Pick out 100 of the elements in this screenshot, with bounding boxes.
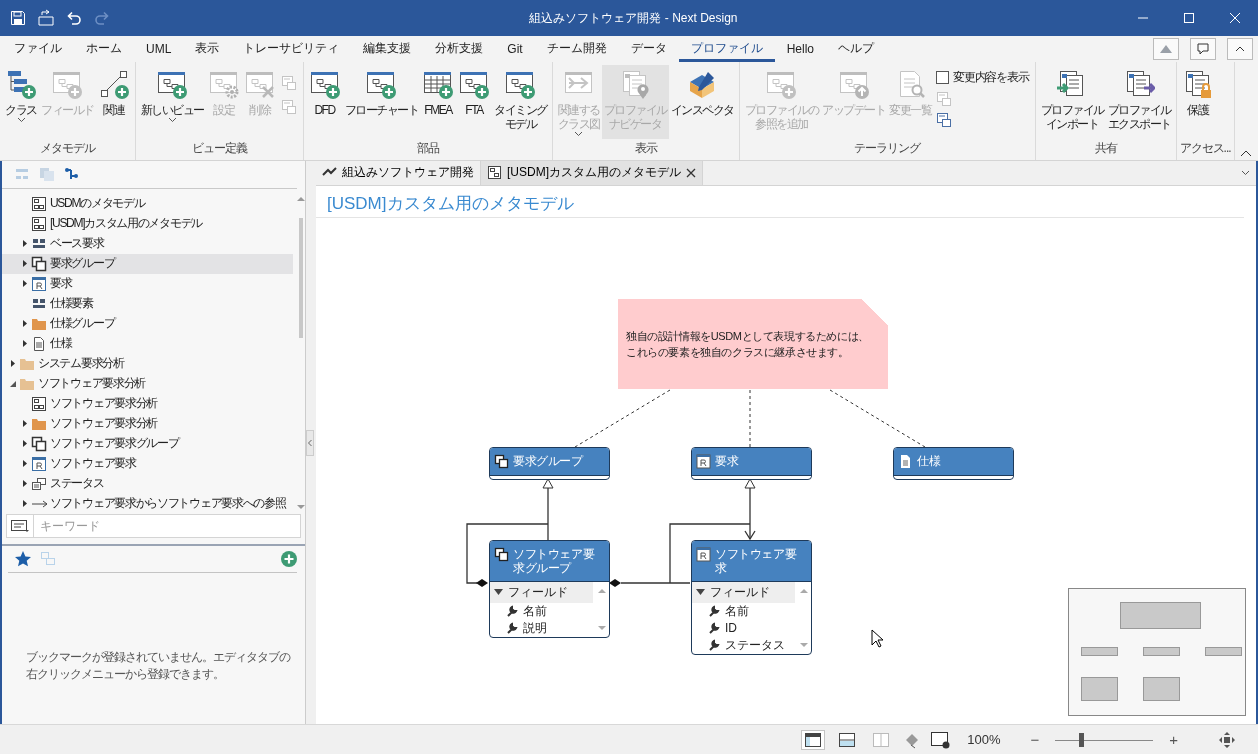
ribbon-button[interactable]: フローチャート: [342, 64, 420, 139]
scroll-up-icon[interactable]: [297, 195, 305, 201]
view-button[interactable]: [801, 729, 826, 750]
menu-tab[interactable]: Hello: [774, 36, 827, 62]
window-title: 組込みソフトウェア開発 - Next Design: [528, 9, 739, 27]
tree-item[interactable]: ソフトウェア要求分析: [2, 413, 293, 434]
text-filter-icon[interactable]: [10, 518, 30, 533]
menu-tab[interactable]: ホーム: [74, 36, 134, 62]
compartment-header[interactable]: フィールド: [490, 581, 593, 603]
menu-tab[interactable]: トレーサビリティ: [231, 36, 352, 62]
close-icon[interactable]: [686, 167, 696, 178]
empty-message: ブックマークが登録されていません。エディタタブの右クリックメニューから登録できます。: [26, 648, 291, 683]
overview-drawing[interactable]: [1068, 587, 1246, 716]
window-swap-icon: [936, 111, 952, 128]
search-field[interactable]: キーワード: [33, 513, 301, 538]
field-name: 名前: [523, 602, 547, 620]
toolbar-button[interactable]: [936, 111, 952, 128]
window-small-icon: [936, 90, 952, 107]
overlap-squares-icon: [31, 255, 47, 272]
tree-item[interactable]: 仕様要素: [2, 293, 293, 314]
menu-tab[interactable]: チーム開発: [534, 36, 619, 62]
ribbon-button[interactable]: FTA: [456, 64, 492, 139]
group-label: 表示: [633, 139, 658, 157]
menu-tab[interactable]: 表示: [183, 36, 232, 62]
menu-tab[interactable]: Git: [495, 36, 535, 62]
window-small-icon: [280, 74, 297, 91]
caret-up-icon[interactable]: [1240, 148, 1252, 157]
tree-item[interactable]: ソフトウェア要求グループ: [2, 433, 293, 454]
star-icon[interactable]: [14, 549, 32, 568]
scrollbar-thumb[interactable]: [299, 217, 303, 338]
group-label: メタモデル: [38, 139, 97, 157]
checkbox[interactable]: 変更内容を表示: [936, 68, 1029, 86]
class-header[interactable]: ソフトウェア要求: [692, 540, 811, 582]
ribbon-button[interactable]: 新しいビュー: [138, 64, 206, 139]
note[interactable]: 独自の設計情報をUSDMとして表現するためには、 これらの要素を独自のクラスに継承させます。: [618, 298, 888, 389]
ribbon-button[interactable]: DFD: [306, 64, 343, 139]
card-icon: [31, 275, 47, 292]
tree-item[interactable]: ソフトウェア要求分析: [2, 393, 293, 414]
collapse-arrow-icon[interactable]: [494, 588, 503, 596]
collapse-arrow-icon[interactable]: [8, 379, 17, 389]
collapse-arrow-icon[interactable]: [696, 588, 705, 596]
tree-item[interactable]: システム要求分析: [2, 353, 293, 374]
move-icon[interactable]: [1218, 730, 1236, 749]
tree-item[interactable]: ステータス: [2, 473, 293, 494]
ribbon-button[interactable]: 関連: [95, 64, 132, 139]
zoom-level: 100%: [967, 732, 1001, 748]
overlap-squares-icon: [494, 546, 509, 562]
ribbon-button[interactable]: クラス: [3, 64, 39, 139]
menu-tab[interactable]: ファイル: [2, 36, 74, 62]
menu-tab[interactable]: ヘルプ: [826, 36, 887, 62]
ribbon-button[interactable]: FMEA: [420, 64, 456, 139]
card-icon: [31, 455, 47, 472]
layout-sidebar-icon: [805, 732, 822, 747]
save-icon[interactable]: [9, 9, 27, 27]
tree-item[interactable]: 仕様グループ: [2, 313, 293, 334]
card-icon: [696, 546, 711, 562]
class-header[interactable]: 仕様: [894, 447, 1013, 476]
windows-icon: [31, 475, 47, 492]
ribbon-button[interactable]: タイミング モデル: [492, 64, 549, 139]
undo-icon[interactable]: [65, 9, 83, 27]
compartment-header[interactable]: フィールド: [692, 581, 795, 603]
ribbon-button[interactable]: プロファイル エクスポート: [1105, 64, 1173, 139]
chevron-down-icon: [1241, 169, 1250, 176]
note-text: これらの要素を独自のクラスに継承させます。: [626, 344, 850, 360]
menu-tab[interactable]: データ: [618, 36, 679, 62]
menu-tab[interactable]: 編集支援: [351, 36, 424, 62]
tree-item[interactable]: ソフトウェア要求からソフトウェア要求への参照: [2, 493, 293, 512]
class-header[interactable]: 要求グループ: [490, 447, 609, 476]
document-icon: [31, 335, 47, 352]
tree-item[interactable]: 仕様: [2, 333, 293, 354]
menu-tab[interactable]: UML: [134, 36, 184, 62]
comment-icon[interactable]: [1190, 37, 1216, 60]
zoom-out-button[interactable]: −: [1024, 731, 1046, 749]
overlap-squares-icon: [494, 453, 509, 469]
ribbon-button[interactable]: プロファイル インポート: [1038, 64, 1106, 139]
wrench-icon: [506, 622, 518, 635]
wrench-icon: [506, 605, 518, 618]
document-tab[interactable]: [USDM]カスタム用のメタモデル: [481, 160, 703, 185]
tree-item[interactable]: ソフトウェア要求分析: [2, 373, 293, 394]
class-header[interactable]: 要求: [692, 447, 811, 476]
add-icon[interactable]: [281, 550, 297, 567]
field-name: 説明: [523, 619, 547, 637]
tree-item[interactable]: ソフトウェア要求: [2, 453, 293, 474]
group-label: アクセス...: [1179, 139, 1231, 157]
ribbon-button[interactable]: インスペクタ: [668, 64, 736, 139]
menu-tab[interactable]: 分析支援: [423, 36, 496, 62]
ribbon-button[interactable]: 保護: [1179, 64, 1216, 139]
tree-item[interactable]: 要求: [2, 273, 293, 294]
wrench-icon: [708, 605, 720, 618]
zoom-in-button[interactable]: +: [1163, 731, 1184, 749]
class-header[interactable]: ソフトウェア要求グループ: [490, 540, 609, 582]
tree-item[interactable]: [USDM]カスタム用のメタモデル: [2, 213, 293, 234]
scroll-down-icon[interactable]: [297, 504, 305, 510]
field-name: 名前: [725, 602, 749, 620]
dependency-line: [749, 389, 751, 448]
tree-item[interactable]: ベース要求: [2, 233, 293, 254]
folder-arrow-icon[interactable]: [37, 9, 55, 27]
tree-item[interactable]: 要求グループ: [2, 253, 293, 274]
layout-rows-icon: [839, 732, 856, 747]
tree-item[interactable]: USDMのメタモデル: [2, 193, 293, 214]
